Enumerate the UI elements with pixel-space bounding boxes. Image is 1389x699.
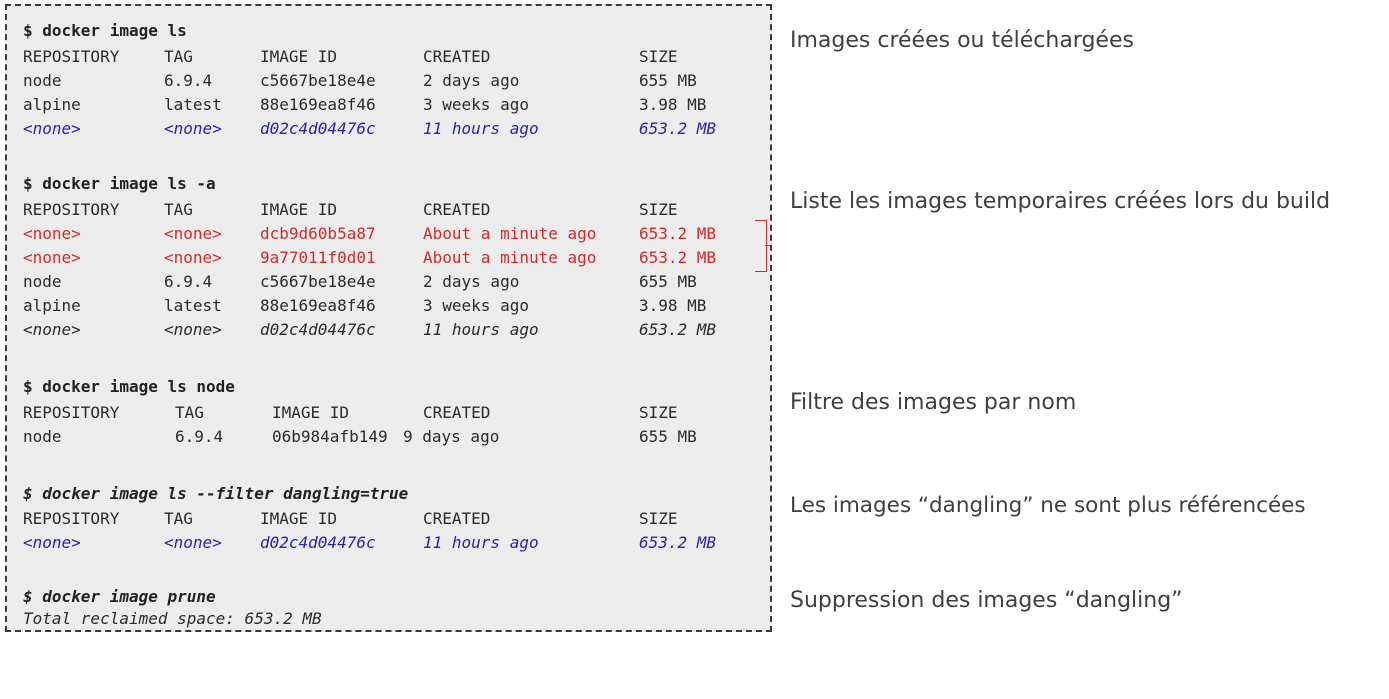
header-size: SIZE: [639, 509, 678, 528]
header-image-id: IMAGE ID: [272, 403, 350, 422]
table-header: REPOSITORY TAG IMAGE ID CREATED SIZE: [23, 401, 678, 425]
cell-size: 653.2 MB: [639, 320, 717, 339]
cell-created: 11 hours ago: [423, 533, 539, 552]
cell-size: 653.2 MB: [639, 119, 717, 138]
header-created: CREATED: [423, 200, 491, 219]
cell-created: 2 days ago: [423, 272, 520, 291]
table-row: alpine latest 88e169ea8f46 3 weeks ago 3…: [23, 294, 706, 318]
cell-repository: node: [23, 427, 62, 446]
cell-size: 655 MB: [639, 71, 697, 90]
header-tag: TAG: [164, 200, 193, 219]
table-row: node 6.9.4 c5667be18e4e 2 days ago 655 M…: [23, 270, 697, 294]
header-image-id: IMAGE ID: [260, 200, 338, 219]
cell-tag: 6.9.4: [164, 272, 213, 291]
cell-image-id: 06b984afb149: [272, 427, 388, 446]
table-row-dangling: <none> <none> d02c4d04476c 11 hours ago …: [23, 117, 716, 141]
cell-image-id: c5667be18e4e: [260, 272, 376, 291]
cell-created: 2 days ago: [423, 71, 520, 90]
note-temporary-images: Liste les images temporaires créées lors…: [790, 189, 1331, 214]
cell-tag: 6.9.4: [175, 427, 224, 446]
header-size: SIZE: [639, 403, 678, 422]
header-repository: REPOSITORY: [23, 509, 120, 528]
command-line: $ docker image ls -a: [23, 174, 216, 193]
header-size: SIZE: [639, 47, 678, 66]
table-row: <none> <none> d02c4d04476c 11 hours ago …: [23, 318, 716, 342]
command-line: $ docker image ls node: [23, 377, 235, 396]
cell-repository: <none>: [23, 119, 81, 138]
header-image-id: IMAGE ID: [260, 509, 338, 528]
table-row-dangling: <none> <none> d02c4d04476c 11 hours ago …: [23, 531, 716, 555]
cell-size: 653.2 MB: [639, 248, 717, 267]
table-row: alpine latest 88e169ea8f46 3 weeks ago 3…: [23, 93, 706, 117]
terminal-panel: $ docker image ls REPOSITORY TAG IMAGE I…: [5, 4, 772, 632]
header-created: CREATED: [423, 403, 491, 422]
header-created: CREATED: [423, 509, 491, 528]
table-header: REPOSITORY TAG IMAGE ID CREATED SIZE: [23, 45, 678, 69]
cell-tag: latest: [164, 296, 222, 315]
cell-created: 11 hours ago: [423, 320, 539, 339]
note-dangling: Les images “dangling” ne sont plus référ…: [790, 493, 1306, 518]
cell-image-id: 9a77011f0d01: [260, 248, 376, 267]
cell-tag: 6.9.4: [164, 71, 213, 90]
cell-created: 11 hours ago: [423, 119, 539, 138]
cell-tag: <none>: [164, 248, 222, 267]
cell-size: 655 MB: [639, 427, 697, 446]
cell-repository: <none>: [23, 320, 81, 339]
table-row-temporary: <none> <none> 9a77011f0d01 About a minut…: [23, 246, 716, 270]
cell-image-id: c5667be18e4e: [260, 71, 376, 90]
cell-tag: <none>: [164, 119, 222, 138]
cell-repository: node: [23, 71, 62, 90]
header-tag: TAG: [164, 509, 193, 528]
header-tag: TAG: [164, 47, 193, 66]
table-row: node 6.9.4 06b984afb149 9 days ago 655 M…: [23, 425, 697, 449]
cell-image-id: d02c4d04476c: [260, 533, 376, 552]
cell-repository: <none>: [23, 248, 81, 267]
cell-size: 653.2 MB: [639, 224, 717, 243]
cell-size: 655 MB: [639, 272, 697, 291]
table-header: REPOSITORY TAG IMAGE ID CREATED SIZE: [23, 507, 678, 531]
header-repository: REPOSITORY: [23, 403, 120, 422]
cell-created: 9 days ago: [403, 427, 500, 446]
cell-size: 653.2 MB: [639, 533, 717, 552]
cell-tag: <none>: [164, 533, 222, 552]
note-filter-by-name: Filtre des images par nom: [790, 390, 1077, 415]
cell-size: 3.98 MB: [639, 296, 707, 315]
cell-created: 3 weeks ago: [423, 296, 529, 315]
cell-tag: latest: [164, 95, 222, 114]
command-line: $ docker image prune: [23, 587, 216, 606]
cell-repository: node: [23, 272, 62, 291]
cell-image-id: d02c4d04476c: [260, 320, 376, 339]
cell-repository: alpine: [23, 95, 81, 114]
table-row-temporary: <none> <none> dcb9d60b5a87 About a minut…: [23, 222, 716, 246]
table-header: REPOSITORY TAG IMAGE ID CREATED SIZE: [23, 198, 678, 222]
header-tag: TAG: [175, 403, 204, 422]
cell-repository: <none>: [23, 533, 81, 552]
cell-tag: <none>: [164, 320, 222, 339]
command-line: $ docker image ls --filter dangling=true: [23, 484, 409, 503]
table-row: node 6.9.4 c5667be18e4e 2 days ago 655 M…: [23, 69, 697, 93]
cell-created: About a minute ago: [423, 224, 597, 243]
cell-created: 3 weeks ago: [423, 95, 529, 114]
cell-tag: <none>: [164, 224, 222, 243]
red-bracket-icon: [755, 220, 770, 272]
command-line: $ docker image ls: [23, 21, 187, 40]
prune-output: Total reclaimed space: 653.2 MB: [23, 609, 322, 628]
cell-size: 3.98 MB: [639, 95, 707, 114]
header-repository: REPOSITORY: [23, 200, 120, 219]
header-size: SIZE: [639, 200, 678, 219]
header-image-id: IMAGE ID: [260, 47, 338, 66]
cell-image-id: 88e169ea8f46: [260, 296, 376, 315]
cell-image-id: d02c4d04476c: [260, 119, 376, 138]
note-prune: Suppression des images “dangling”: [790, 588, 1183, 613]
cell-image-id: 88e169ea8f46: [260, 95, 376, 114]
cell-repository: alpine: [23, 296, 81, 315]
header-repository: REPOSITORY: [23, 47, 120, 66]
header-created: CREATED: [423, 47, 491, 66]
cell-repository: <none>: [23, 224, 81, 243]
cell-image-id: dcb9d60b5a87: [260, 224, 376, 243]
cell-created: About a minute ago: [423, 248, 597, 267]
note-images-list: Images créées ou téléchargées: [790, 28, 1134, 53]
